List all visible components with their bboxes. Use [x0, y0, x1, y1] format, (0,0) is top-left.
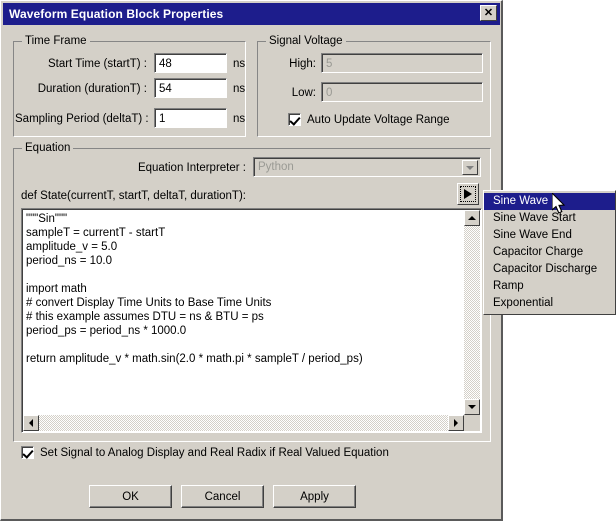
duration-unit: ns	[233, 83, 246, 95]
chevron-down-icon	[462, 160, 478, 175]
menu-item-ramp[interactable]: Ramp	[484, 278, 615, 295]
high-voltage-input: 5	[321, 53, 483, 73]
apply-button[interactable]: Apply	[273, 485, 356, 508]
example-menu-button[interactable]	[457, 183, 479, 205]
signal-voltage-legend: Signal Voltage	[266, 35, 346, 47]
waveform-equation-block-properties-dialog: Waveform Equation Block Properties ✕ Tim…	[0, 0, 503, 521]
equation-code-text[interactable]: """Sin""" sampleT = currentT - startT am…	[26, 212, 463, 414]
equation-interpreter-select: Python	[253, 157, 481, 177]
equation-interpreter-value: Python	[258, 161, 294, 173]
scroll-down-icon[interactable]	[464, 399, 480, 415]
time-frame-legend: Time Frame	[22, 35, 90, 47]
checkbox-check-icon	[21, 446, 34, 459]
equation-signature-label: def State(currentT, startT, deltaT, dura…	[21, 190, 246, 202]
menu-item-sine-wave[interactable]: Sine Wave	[484, 193, 615, 210]
horizontal-scroll-track[interactable]	[23, 415, 464, 431]
scroll-up-icon[interactable]	[464, 210, 480, 226]
ok-button[interactable]: OK	[89, 485, 172, 508]
start-time-unit: ns	[233, 58, 246, 70]
editor-horizontal-scrollbar[interactable]	[23, 415, 464, 431]
menu-item-sine-wave-start[interactable]: Sine Wave Start	[484, 210, 615, 227]
screen: Waveform Equation Block Properties ✕ Tim…	[0, 0, 616, 522]
editor-vertical-scrollbar[interactable]	[464, 210, 480, 415]
equation-legend: Equation	[22, 142, 74, 154]
sampling-period-input[interactable]: 1	[154, 108, 227, 128]
play-triangle-icon	[460, 186, 476, 202]
sampling-period-label: Sampling Period (deltaT) :	[15, 113, 149, 125]
start-time-input[interactable]: 48	[154, 53, 227, 73]
low-label: Low:	[291, 87, 316, 99]
cancel-button[interactable]: Cancel	[181, 485, 264, 508]
duration-label: Duration (durationT) :	[37, 83, 147, 95]
checkbox-check-icon	[288, 113, 301, 126]
vertical-scroll-track[interactable]	[464, 210, 480, 415]
auto-update-voltage-range-label: Auto Update Voltage Range	[307, 113, 450, 126]
window-title: Waveform Equation Block Properties	[9, 7, 224, 21]
scroll-right-icon[interactable]	[448, 415, 464, 431]
title-bar: Waveform Equation Block Properties ✕	[3, 3, 500, 25]
auto-update-voltage-range-checkbox[interactable]: Auto Update Voltage Range	[288, 113, 450, 126]
equation-code-editor[interactable]: """Sin""" sampleT = currentT - startT am…	[21, 208, 482, 433]
scroll-left-icon[interactable]	[23, 415, 39, 431]
scrollbar-corner	[464, 415, 480, 431]
high-label: High:	[289, 58, 316, 70]
menu-item-capacitor-charge[interactable]: Capacitor Charge	[484, 244, 615, 261]
start-time-label: Start Time (startT) :	[47, 58, 147, 70]
equation-interpreter-label: Equation Interpreter :	[137, 162, 246, 174]
example-popup-menu[interactable]: Sine Wave Sine Wave Start Sine Wave End …	[483, 190, 616, 315]
sampling-period-unit: ns	[233, 113, 246, 125]
menu-item-sine-wave-end[interactable]: Sine Wave End	[484, 227, 615, 244]
menu-item-capacitor-discharge[interactable]: Capacitor Discharge	[484, 261, 615, 278]
menu-item-exponential[interactable]: Exponential	[484, 295, 615, 312]
close-icon[interactable]: ✕	[480, 5, 497, 21]
analog-display-label: Set Signal to Analog Display and Real Ra…	[40, 446, 389, 459]
low-voltage-input: 0	[321, 82, 483, 102]
duration-input[interactable]: 54	[154, 78, 227, 98]
analog-display-checkbox[interactable]: Set Signal to Analog Display and Real Ra…	[21, 446, 389, 459]
